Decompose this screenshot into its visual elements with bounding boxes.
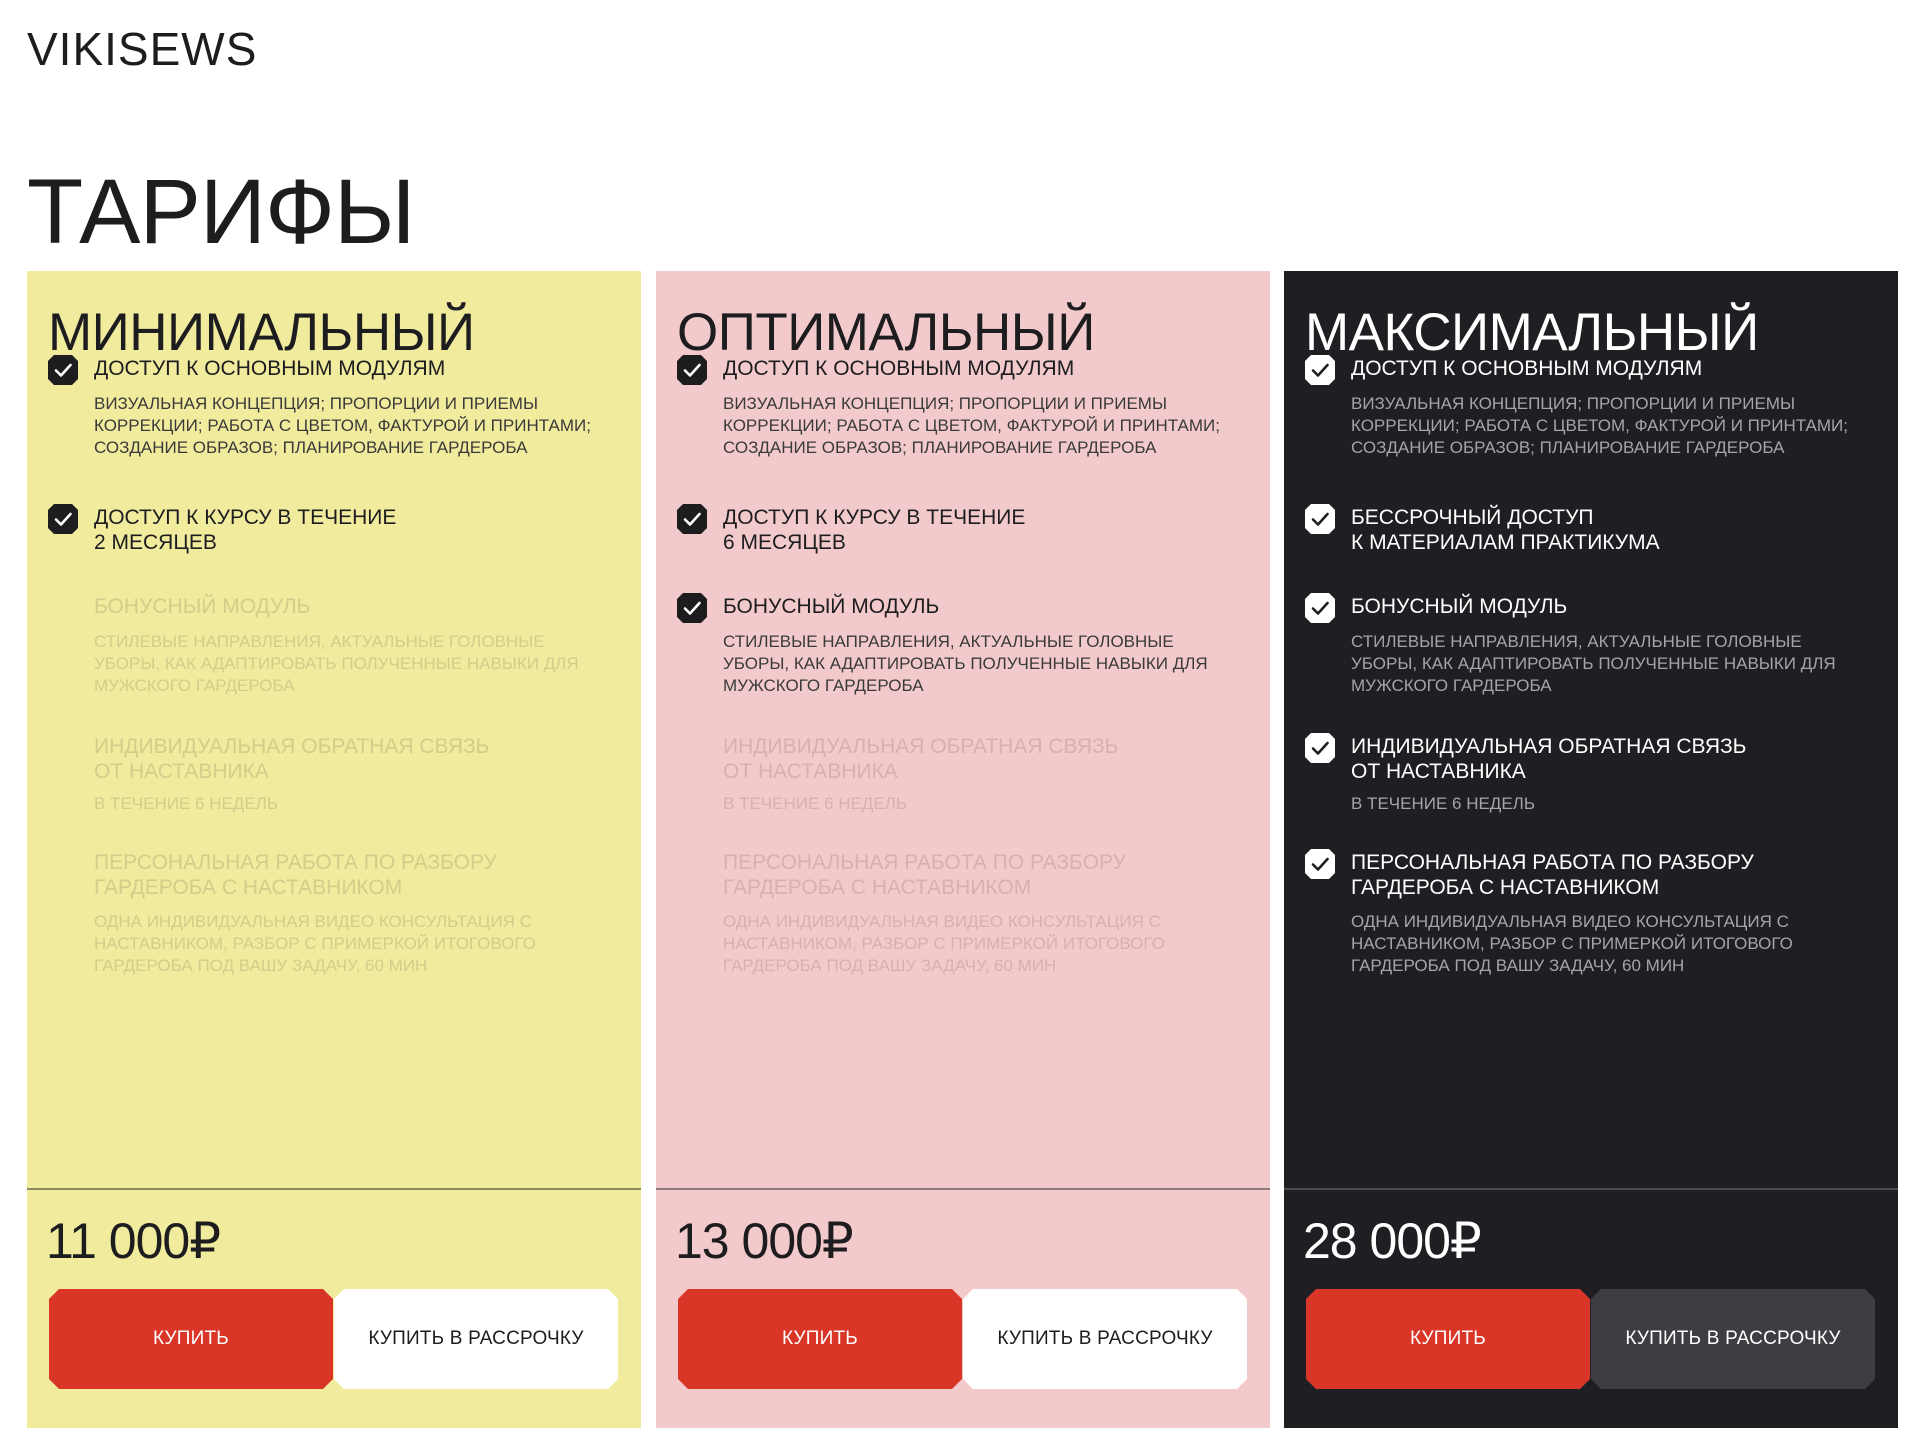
feature-title: БОНУСНЫЙ МОДУЛЬ (1351, 595, 1568, 618)
divider (27, 1188, 641, 1190)
plan-price: 11 000₽ (46, 1213, 221, 1269)
feature-description: ОДНА ИНДИВИДУАЛЬНАЯ ВИДЕО КОНСУЛЬТАЦИЯ С… (723, 912, 1165, 975)
page-title: ТАРИФЫ (27, 161, 415, 263)
check-icon (1305, 593, 1335, 623)
check-icon (677, 593, 707, 623)
feature-title: БЕССРОЧНЫЙ ДОСТУП К МАТЕРИАЛАМ ПРАКТИКУМ… (1351, 506, 1660, 554)
check-icon (1305, 849, 1335, 879)
feature-description: ВИЗУАЛЬНАЯ КОНЦЕПЦИЯ; ПРОПОРЦИИ И ПРИЕМЫ… (1351, 394, 1848, 457)
feature-title: ДОСТУП К КУРСУ В ТЕЧЕНИЕ 6 МЕСЯЦЕВ (723, 506, 1026, 554)
plan-card-minimal: МИНИМАЛЬНЫЙ ДОСТУП К ОСНОВНЫМ МОДУЛЯМ ВИЗУ… (27, 271, 641, 1428)
feature-description: В ТЕЧЕНИЕ 6 НЕДЕЛЬ (1351, 794, 1535, 813)
feature-title: ДОСТУП К ОСНОВНЫМ МОДУЛЯМ (1351, 357, 1703, 380)
divider (1284, 1188, 1898, 1190)
check-icon (1305, 355, 1335, 385)
feature-description: ОДНА ИНДИВИДУАЛЬНАЯ ВИДЕО КОНСУЛЬТАЦИЯ С… (1351, 912, 1793, 975)
brand-logo[interactable]: VIKISEWS (27, 22, 257, 76)
feature-description: СТИЛЕВЫЕ НАПРАВЛЕНИЯ, АКТУАЛЬНЫЕ ГОЛОВНЫ… (1351, 632, 1836, 695)
check-icon (48, 355, 78, 385)
check-icon (1305, 504, 1335, 534)
installment-button[interactable]: КУПИТЬ В РАССРОЧКУ (963, 1289, 1247, 1389)
plan-price: 13 000₽ (675, 1213, 854, 1269)
installment-button[interactable]: КУПИТЬ В РАССРОЧКУ (334, 1289, 618, 1389)
divider (656, 1188, 1270, 1190)
feature-title: ИНДИВИДУАЛЬНАЯ ОБРАТНАЯ СВЯЗЬ ОТ НАСТАВН… (723, 735, 1119, 783)
feature-description: В ТЕЧЕНИЕ 6 НЕДЕЛЬ (723, 794, 907, 813)
plan-title: ОПТИМАЛЬНЫЙ (677, 303, 1095, 362)
check-icon (48, 504, 78, 534)
plan-price: 28 000₽ (1303, 1213, 1482, 1269)
plan-title: МИНИМАЛЬНЫЙ (48, 303, 475, 362)
feature-title: ДОСТУП К ОСНОВНЫМ МОДУЛЯМ (94, 357, 446, 380)
feature-description: СТИЛЕВЫЕ НАПРАВЛЕНИЯ, АКТУАЛЬНЫЕ ГОЛОВНЫ… (94, 632, 579, 695)
pricing-cards: МИНИМАЛЬНЫЙ ДОСТУП К ОСНОВНЫМ МОДУЛЯМ ВИЗУ… (27, 271, 1898, 1428)
feature-description: В ТЕЧЕНИЕ 6 НЕДЕЛЬ (94, 794, 278, 813)
feature-description: ОДНА ИНДИВИДУАЛЬНАЯ ВИДЕО КОНСУЛЬТАЦИЯ С… (94, 912, 536, 975)
check-icon (1305, 733, 1335, 763)
feature-title: БОНУСНЫЙ МОДУЛЬ (723, 595, 940, 618)
buy-button[interactable]: КУПИТЬ (678, 1289, 962, 1389)
installment-button[interactable]: КУПИТЬ В РАССРОЧКУ (1591, 1289, 1875, 1389)
feature-description: ВИЗУАЛЬНАЯ КОНЦЕПЦИЯ; ПРОПОРЦИИ И ПРИЕМЫ… (723, 394, 1220, 457)
plan-title: МАКСИМАЛЬНЫЙ (1305, 303, 1759, 362)
feature-title: ИНДИВИДУАЛЬНАЯ ОБРАТНАЯ СВЯЗЬ ОТ НАСТАВН… (94, 735, 490, 783)
feature-title: ИНДИВИДУАЛЬНАЯ ОБРАТНАЯ СВЯЗЬ ОТ НАСТАВН… (1351, 735, 1747, 783)
feature-title: ПЕРСОНАЛЬНАЯ РАБОТА ПО РАЗБОРУ ГАРДЕРОБА… (723, 851, 1126, 899)
feature-description: ВИЗУАЛЬНАЯ КОНЦЕПЦИЯ; ПРОПОРЦИИ И ПРИЕМЫ… (94, 394, 591, 457)
feature-title: БОНУСНЫЙ МОДУЛЬ (94, 595, 311, 618)
feature-title: ПЕРСОНАЛЬНАЯ РАБОТА ПО РАЗБОРУ ГАРДЕРОБА… (94, 851, 497, 899)
feature-description: СТИЛЕВЫЕ НАПРАВЛЕНИЯ, АКТУАЛЬНЫЕ ГОЛОВНЫ… (723, 632, 1208, 695)
check-icon (677, 355, 707, 385)
check-icon (677, 504, 707, 534)
feature-title: ДОСТУП К КУРСУ В ТЕЧЕНИЕ 2 МЕСЯЦЕВ (94, 506, 397, 554)
plan-card-maximal: МАКСИМАЛЬНЫЙ ДОСТУП К ОСНОВНЫМ МОДУЛЯМ ВИЗ… (1284, 271, 1898, 1428)
feature-title: ДОСТУП К ОСНОВНЫМ МОДУЛЯМ (723, 357, 1075, 380)
buy-button[interactable]: КУПИТЬ (1306, 1289, 1590, 1389)
buy-button[interactable]: КУПИТЬ (49, 1289, 333, 1389)
plan-card-optimal: ОПТИМАЛЬНЫЙ ДОСТУП К ОСНОВНЫМ МОДУЛЯМ ВИЗУ… (656, 271, 1270, 1428)
feature-title: ПЕРСОНАЛЬНАЯ РАБОТА ПО РАЗБОРУ ГАРДЕРОБА… (1351, 851, 1754, 899)
